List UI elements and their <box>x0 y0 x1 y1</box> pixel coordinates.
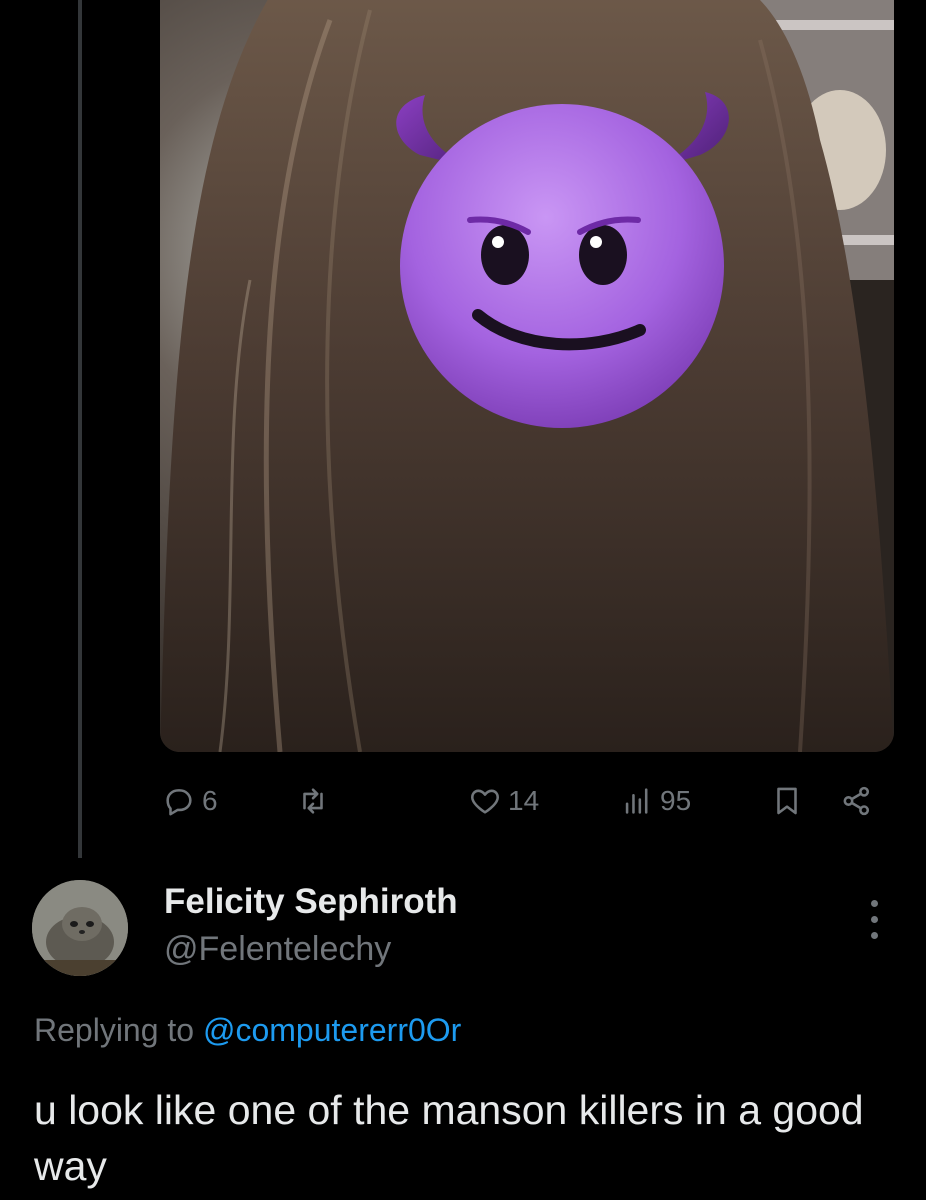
reply-tweet[interactable]: Felicity Sephiroth @Felentelechy Replyin… <box>0 860 926 1200</box>
reply-text: u look like one of the manson killers in… <box>34 1087 864 1189</box>
views-button[interactable]: 95 <box>620 784 691 818</box>
views-icon <box>625 788 648 814</box>
thread-line <box>78 0 82 858</box>
photo-image <box>160 0 894 752</box>
author-handle[interactable]: @Felentelechy <box>164 930 391 969</box>
replying-mention-link[interactable]: @computererr0Or <box>203 1012 461 1048</box>
like-icon <box>471 789 499 814</box>
retweet-icon <box>303 788 323 814</box>
share-button[interactable] <box>840 784 874 818</box>
bookmark-icon <box>777 787 797 815</box>
like-count: 14 <box>508 785 540 816</box>
reply-button[interactable]: 6 <box>162 784 218 818</box>
author-name[interactable]: Felicity Sephiroth <box>164 882 458 922</box>
avatar-image <box>32 880 128 976</box>
tweet-photo[interactable] <box>160 0 894 752</box>
replying-prefix: Replying to <box>34 1012 195 1048</box>
retweet-button[interactable] <box>296 784 336 818</box>
reply-count: 6 <box>202 785 218 816</box>
replying-to: Replying to @computererr0Or <box>34 1012 461 1049</box>
tweet-action-bar: 6 14 95 <box>160 770 890 834</box>
more-options-button[interactable] <box>862 900 886 960</box>
reply-icon <box>166 789 192 816</box>
share-icon <box>843 786 870 816</box>
more-icon <box>862 900 886 939</box>
views-count: 95 <box>660 785 692 816</box>
avatar[interactable] <box>32 880 128 976</box>
bookmark-button[interactable] <box>770 784 804 818</box>
like-button[interactable]: 14 <box>468 784 539 818</box>
